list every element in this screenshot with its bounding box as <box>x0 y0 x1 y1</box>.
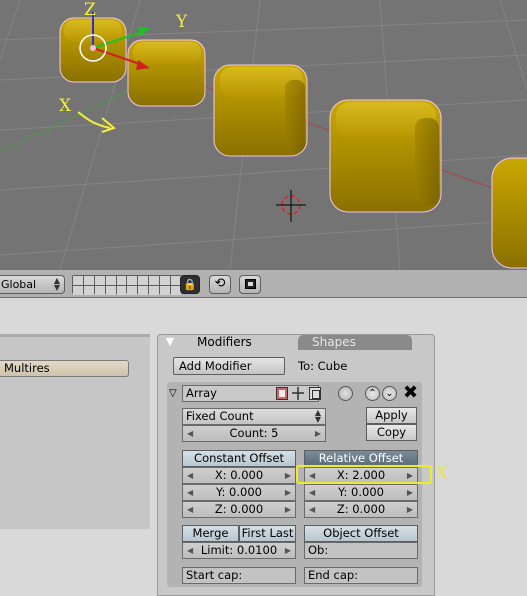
annotation-x-label: X <box>436 463 448 482</box>
decrement-arrow-icon[interactable]: ◀ <box>309 468 315 483</box>
relative-offset-x-value: X: 2.000 <box>336 468 386 482</box>
tab-modifiers[interactable]: Modifiers <box>183 335 298 350</box>
first-last-toggle[interactable]: First Last <box>239 525 296 542</box>
x-axis-annotation-label: X <box>59 96 72 116</box>
target-object-label: To: Cube <box>298 359 348 373</box>
start-cap-field[interactable]: Start cap: <box>182 567 296 584</box>
decrement-arrow-icon[interactable]: ◀ <box>187 502 193 517</box>
select-arrows-icon: ▲ ▼ <box>53 276 60 292</box>
delete-modifier-icon[interactable]: ✖ <box>403 383 418 403</box>
add-modifier-button[interactable]: Add Modifier <box>173 357 285 375</box>
viewport-scene <box>0 0 527 270</box>
increment-arrow-icon[interactable]: ▶ <box>407 468 413 483</box>
realtime-toggle-icon[interactable] <box>338 386 353 401</box>
transform-orientation-select[interactable]: Global ▲ ▼ <box>0 275 65 294</box>
transform-orientation-value: Global <box>1 278 37 291</box>
tab-shapes[interactable]: Shapes <box>298 335 412 350</box>
increment-arrow-icon[interactable]: ▶ <box>407 485 413 500</box>
move-up-icon[interactable]: ⌃ <box>365 386 380 401</box>
layer-grid-right[interactable] <box>126 275 182 295</box>
decrement-arrow-icon[interactable]: ◀ <box>187 485 193 500</box>
viewport-header: Global ▲ ▼ 🔒 ⟲ <box>0 270 527 298</box>
cube-4[interactable] <box>329 99 442 213</box>
select-arrows-icon: ▲ ▼ <box>314 408 321 424</box>
offset-object-field[interactable]: Ob: <box>304 542 418 559</box>
fit-type-select[interactable]: Fixed Count ▲ ▼ <box>182 408 326 425</box>
relative-offset-toggle[interactable]: Relative Offset <box>304 450 418 467</box>
relative-offset-z-value: Z: 0.000 <box>336 502 386 516</box>
editmode-toggle-icon[interactable] <box>292 387 304 400</box>
merge-limit-value: Limit: 0.0100 <box>200 543 278 557</box>
increment-arrow-icon[interactable]: ▶ <box>285 468 291 483</box>
render-toggle-icon[interactable] <box>276 387 288 400</box>
decrement-arrow-icon[interactable]: ◀ <box>187 543 193 558</box>
y-axis-label: Y <box>176 12 188 32</box>
object-offset-toggle[interactable]: Object Offset <box>304 525 418 542</box>
merge-toggle[interactable]: Merge <box>182 525 239 542</box>
increment-arrow-icon[interactable]: ▶ <box>285 485 291 500</box>
decrement-arrow-icon[interactable]: ◀ <box>309 502 315 517</box>
cube-3[interactable] <box>213 64 308 157</box>
cube-2[interactable] <box>127 39 206 107</box>
constant-offset-toggle[interactable]: Constant Offset <box>182 450 296 467</box>
cage-toggle-icon[interactable] <box>309 387 321 400</box>
constant-offset-x-value: X: 0.000 <box>214 468 264 482</box>
end-cap-field[interactable]: End cap: <box>304 567 418 584</box>
multires-panel: Multires <box>0 334 150 529</box>
expand-toggle-icon[interactable]: ▽ <box>169 387 177 401</box>
constant-offset-z-field[interactable]: ◀ Z: 0.000 ▶ <box>182 501 296 518</box>
z-axis-label: Z <box>84 0 96 20</box>
decrement-arrow-icon[interactable]: ◀ <box>309 485 315 500</box>
count-value: Count: 5 <box>229 426 279 440</box>
constant-offset-z-value: Z: 0.000 <box>214 502 264 516</box>
constant-offset-y-field[interactable]: ◀ Y: 0.000 ▶ <box>182 484 296 501</box>
relative-offset-z-field[interactable]: ◀ Z: 0.000 ▶ <box>304 501 418 518</box>
increment-arrow-icon[interactable]: ▶ <box>285 502 291 517</box>
multires-button[interactable]: Multires <box>0 360 129 377</box>
increment-arrow-icon[interactable]: ▶ <box>315 426 321 441</box>
fit-type-value: Fixed Count <box>186 409 254 423</box>
3d-cursor[interactable] <box>276 190 306 222</box>
cube-5[interactable] <box>491 157 527 269</box>
relative-offset-x-field[interactable]: ◀ X: 2.000 ▶ <box>304 467 418 484</box>
decrement-arrow-icon[interactable]: ◀ <box>187 468 193 483</box>
apply-button[interactable]: Apply <box>366 407 417 424</box>
x-direction-arrowhead <box>101 117 117 133</box>
merge-limit-field[interactable]: ◀ Limit: 0.0100 ▶ <box>182 542 296 559</box>
lock-icon[interactable]: 🔒 <box>180 275 200 294</box>
render-icon[interactable] <box>239 275 261 294</box>
increment-arrow-icon[interactable]: ▶ <box>407 502 413 517</box>
increment-arrow-icon[interactable]: ▶ <box>285 543 291 558</box>
decrement-arrow-icon[interactable]: ◀ <box>187 426 193 441</box>
relative-offset-y-field[interactable]: ◀ Y: 0.000 ▶ <box>304 484 418 501</box>
link-icon[interactable]: ⟲ <box>209 275 231 294</box>
move-down-icon[interactable]: ⌄ <box>382 386 397 401</box>
copy-button[interactable]: Copy <box>366 424 417 441</box>
3d-viewport[interactable]: Z Y X <box>0 0 527 270</box>
constant-offset-x-field[interactable]: ◀ X: 0.000 ▶ <box>182 467 296 484</box>
constant-offset-y-value: Y: 0.000 <box>216 485 262 499</box>
count-field[interactable]: ◀ Count: 5 ▶ <box>182 425 326 442</box>
relative-offset-y-value: Y: 0.000 <box>338 485 384 499</box>
panel-collapse-icon[interactable]: ▼ <box>163 334 177 350</box>
layer-grid-left[interactable] <box>72 275 128 295</box>
